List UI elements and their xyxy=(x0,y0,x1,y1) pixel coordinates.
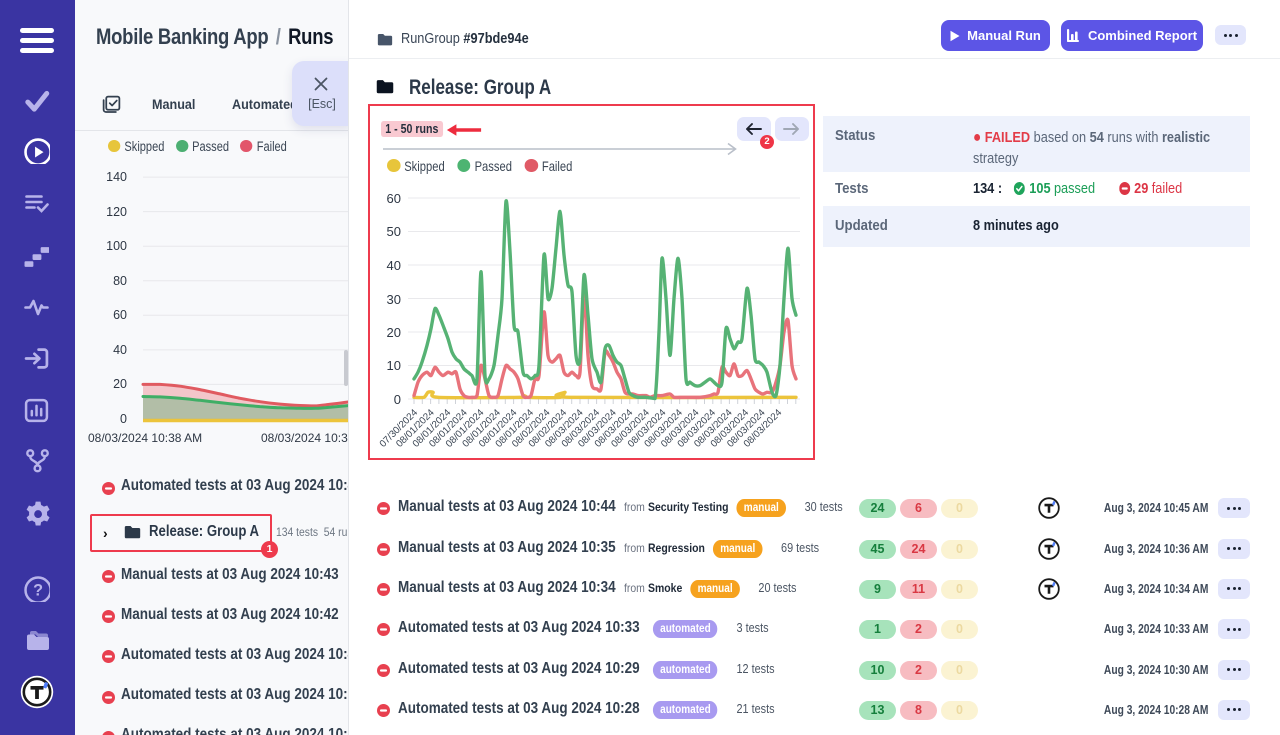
svg-text:?: ? xyxy=(33,582,43,600)
